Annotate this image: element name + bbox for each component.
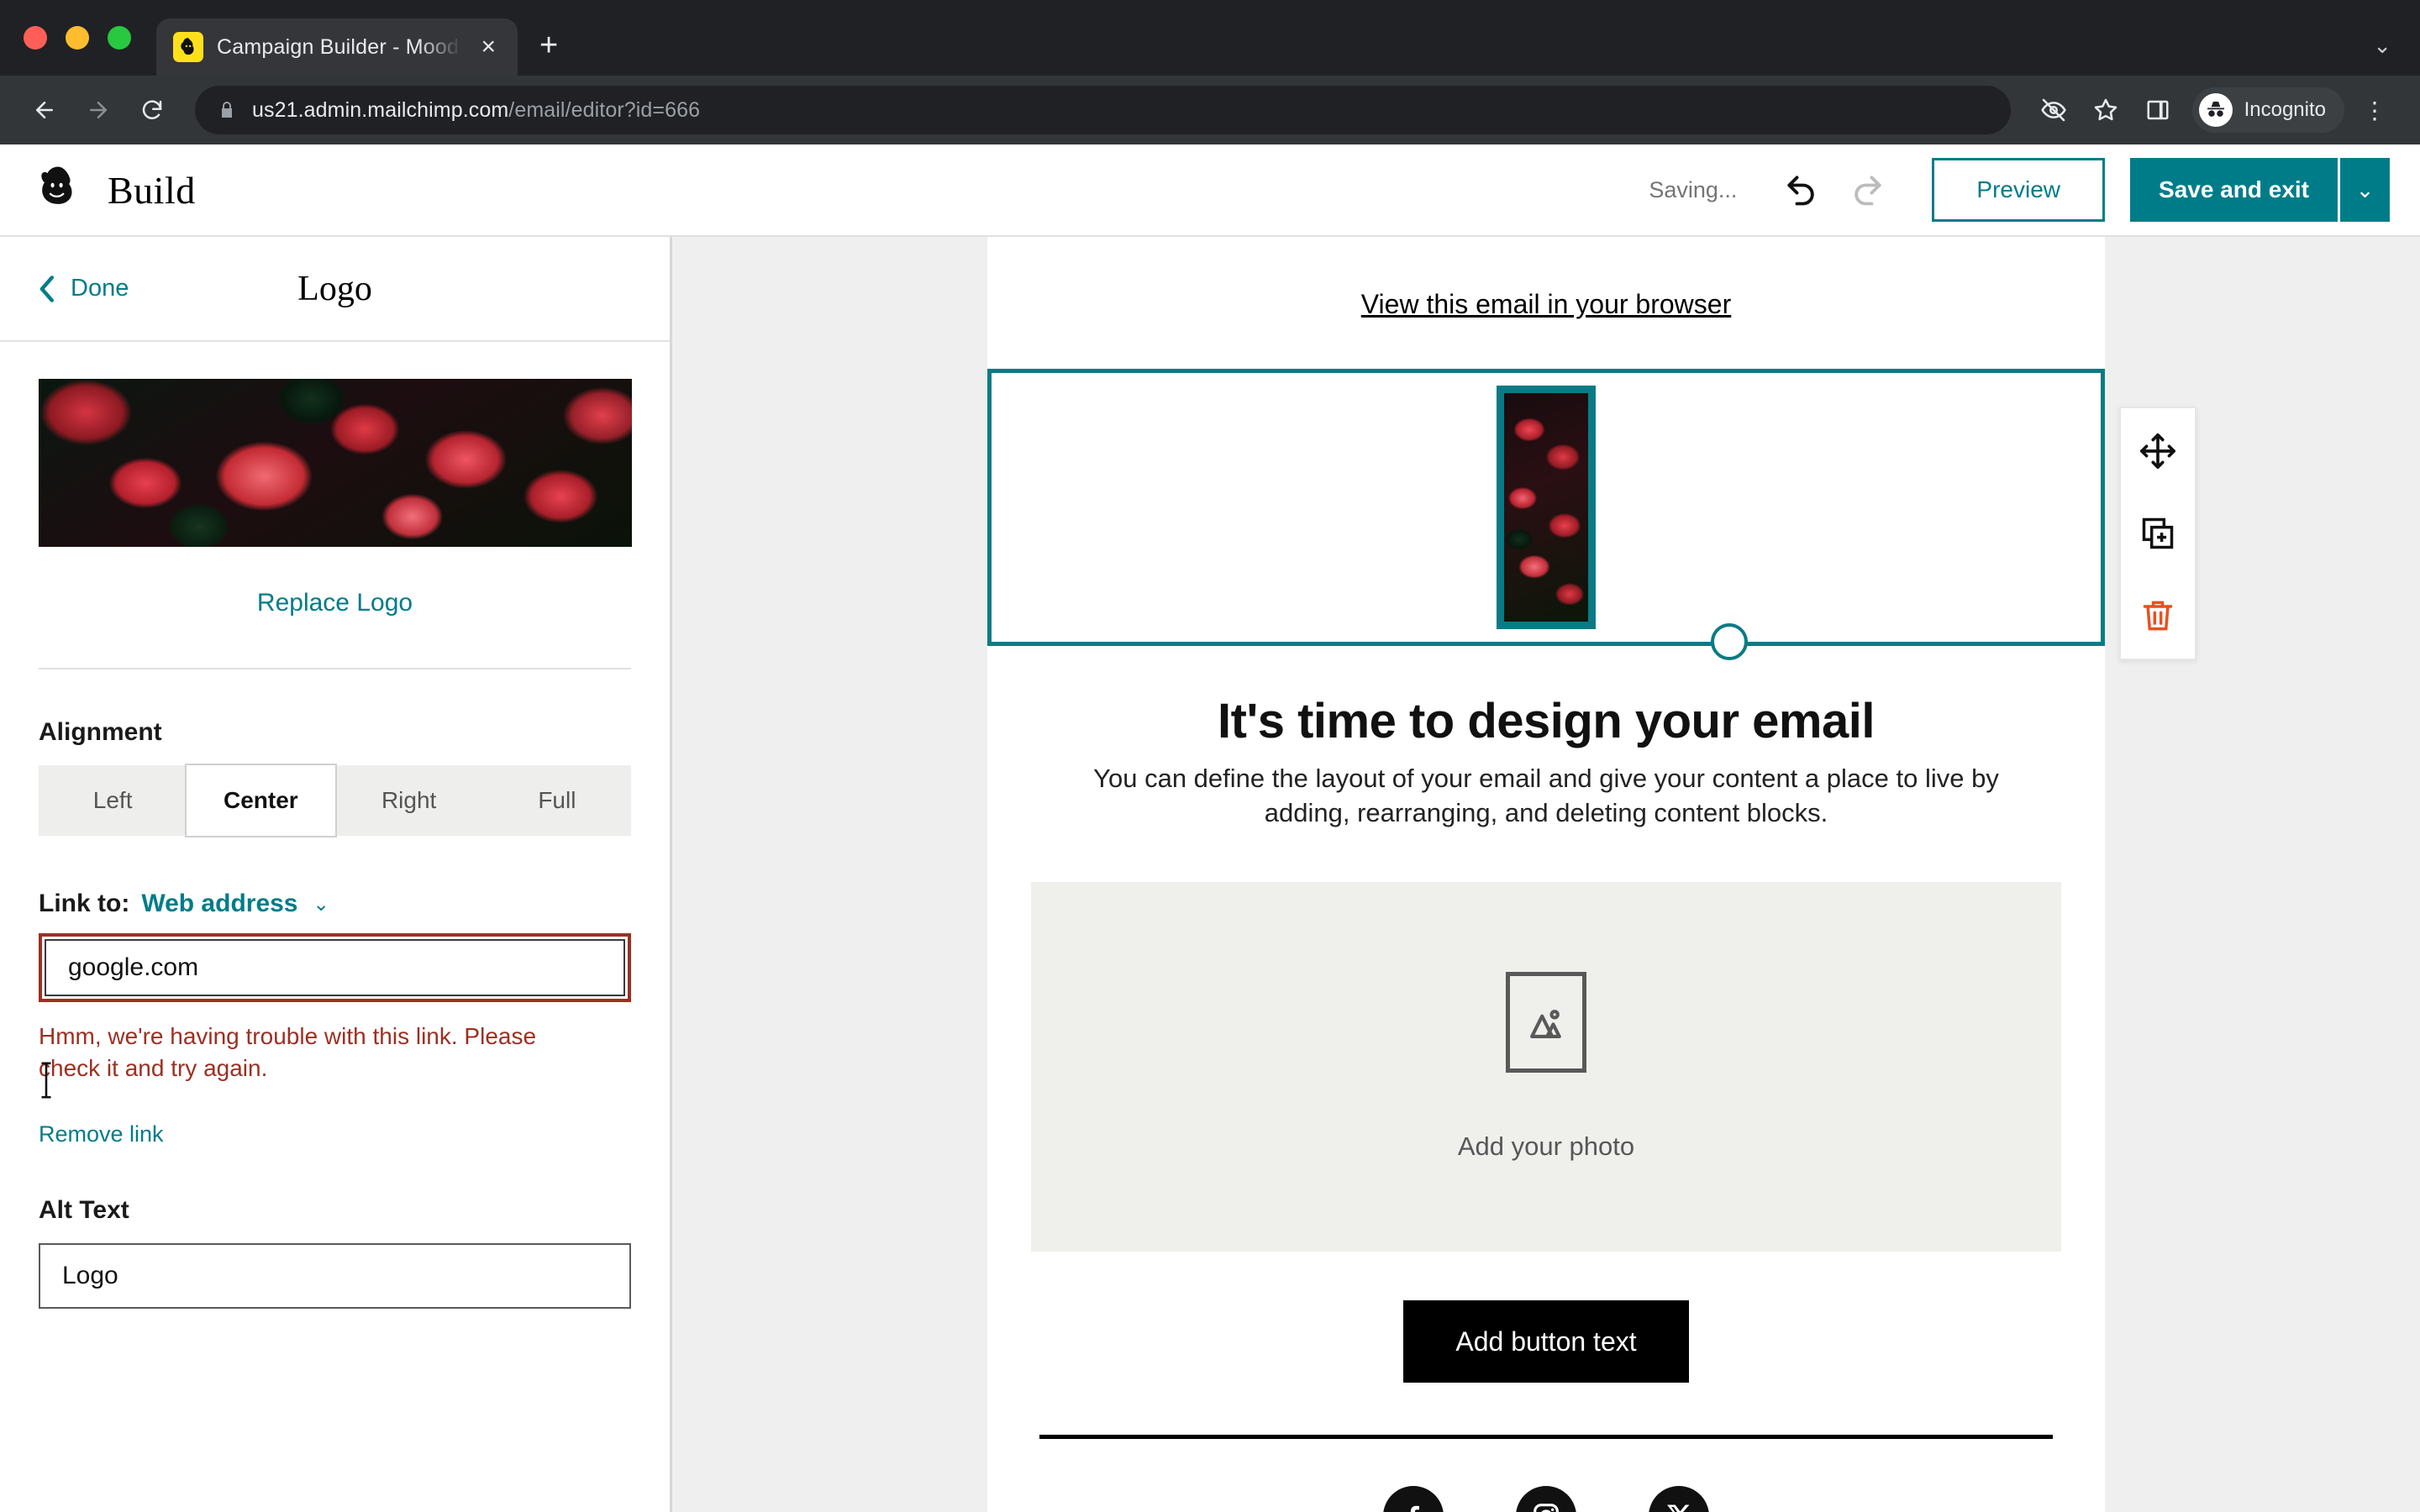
app-body: Done Logo Replace Logo Alignment Left Ce… <box>0 237 2420 1512</box>
add-button-text-button[interactable]: Add button text <box>1403 1300 1689 1383</box>
done-button[interactable]: Done <box>37 275 129 303</box>
browser-window: Campaign Builder - Mood Joy | × + ⌄ us21… <box>0 0 2420 1512</box>
image-placeholder-icon <box>1506 972 1586 1074</box>
browser-tab[interactable]: Campaign Builder - Mood Joy | × <box>156 18 518 76</box>
tab-close-icon[interactable]: × <box>476 31 501 63</box>
email-canvas: View this email in your browser It's tim… <box>672 237 2420 1512</box>
browser-tabstrip: Campaign Builder - Mood Joy | × + ⌄ <box>0 0 2420 76</box>
link-error-message: Hmm, we're having trouble with this link… <box>39 1023 537 1081</box>
reload-icon[interactable] <box>129 87 175 133</box>
undo-icon[interactable] <box>1776 164 1828 216</box>
redo-icon[interactable] <box>1841 164 1893 216</box>
url-host: us21.admin.mailchimp.com <box>252 97 509 122</box>
star-icon[interactable] <box>2083 87 2128 133</box>
footer-divider <box>1039 1435 2053 1440</box>
browser-toolbar: us21.admin.mailchimp.com/email/editor?id… <box>0 76 2420 144</box>
incognito-icon <box>2198 93 2233 127</box>
x-twitter-icon[interactable] <box>1649 1486 1709 1512</box>
save-options-caret-icon[interactable]: ⌄ <box>2338 158 2390 222</box>
replace-logo-button[interactable]: Replace Logo <box>39 589 631 617</box>
window-controls <box>24 0 156 76</box>
sidebar-divider <box>39 668 631 669</box>
trash-icon[interactable] <box>2137 595 2179 637</box>
address-bar[interactable]: us21.admin.mailchimp.com/email/editor?id… <box>195 86 2011 134</box>
move-arrows-icon[interactable] <box>2137 430 2179 472</box>
side-panel-icon[interactable] <box>2135 87 2181 133</box>
preheader-block: View this email in your browser <box>987 237 2105 369</box>
email-subtext[interactable]: You can define the layout of your email … <box>1067 761 2025 830</box>
social-links-block <box>987 1486 2105 1512</box>
logo-settings-sidebar: Done Logo Replace Logo Alignment Left Ce… <box>0 237 672 1512</box>
link-url-input[interactable]: google.com <box>45 939 625 996</box>
cta-block: Add button text <box>987 1300 2105 1383</box>
back-icon[interactable] <box>22 87 67 133</box>
logo-image-in-email[interactable] <box>1497 386 1596 629</box>
mailchimp-freddie-logo-icon <box>41 166 72 204</box>
alt-text-label: Alt Text <box>39 1195 129 1224</box>
app-header-actions: Saving... Preview Save and exit ⌄ <box>1649 158 2390 222</box>
tabstrip-expand-icon[interactable]: ⌄ <box>2373 33 2420 76</box>
photo-placeholder-block[interactable]: Add your photo <box>1031 882 2061 1252</box>
photo-placeholder-label: Add your photo <box>1457 1131 1635 1162</box>
facebook-icon[interactable] <box>1383 1486 1444 1512</box>
alignment-option-left[interactable]: Left <box>39 765 187 836</box>
forward-icon[interactable] <box>76 87 121 133</box>
profile-incognito-button[interactable]: Incognito <box>2191 87 2344 133</box>
eye-slash-icon[interactable] <box>2031 87 2076 133</box>
alt-text-input[interactable]: Logo <box>39 1242 631 1309</box>
alignment-option-center[interactable]: Center <box>187 765 335 836</box>
link-to-label: Link to: <box>39 890 130 917</box>
done-label: Done <box>71 275 129 302</box>
alignment-segmented-control: Left Center Right Full <box>39 765 631 836</box>
browser-menu-icon[interactable]: ⋮ <box>2351 97 2398 124</box>
block-action-toolbar <box>2119 407 2196 660</box>
mailchimp-favicon-icon <box>173 32 203 62</box>
duplicate-icon[interactable] <box>2137 512 2179 554</box>
save-and-exit-button[interactable]: Save and exit <box>2130 158 2338 222</box>
alignment-option-full[interactable]: Full <box>483 765 631 836</box>
chevron-down-icon[interactable]: ⌄ <box>313 893 329 916</box>
maximize-window-button[interactable] <box>108 26 131 50</box>
link-input-error-wrapper: google.com <box>39 933 631 1002</box>
sidebar-content: Replace Logo Alignment Left Center Right… <box>0 342 670 1309</box>
instagram-icon[interactable] <box>1516 1486 1576 1512</box>
alignment-option-right[interactable]: Right <box>335 765 483 836</box>
image-resize-handle[interactable] <box>1711 623 1748 660</box>
sidebar-header: Done Logo <box>0 237 670 342</box>
preview-button[interactable]: Preview <box>1932 158 2106 222</box>
url-text: us21.admin.mailchimp.com/email/editor?id… <box>252 98 700 123</box>
close-window-button[interactable] <box>24 26 47 50</box>
save-status-text: Saving... <box>1649 176 1738 202</box>
logo-block-selected[interactable] <box>987 369 2105 660</box>
minimize-window-button[interactable] <box>66 26 89 50</box>
tab-title: Campaign Builder - Mood Joy | <box>217 34 462 59</box>
logo-preview-image[interactable] <box>39 379 632 547</box>
link-type-select[interactable]: Web address <box>141 890 297 918</box>
remove-link-button[interactable]: Remove link <box>39 1121 631 1147</box>
url-path: /email/editor?id=666 <box>508 97 701 122</box>
alignment-label: Alignment <box>39 718 162 746</box>
chevron-left-icon <box>39 275 55 302</box>
profile-label: Incognito <box>2244 98 2326 121</box>
toolbar-icons: Incognito ⋮ <box>2031 87 2398 133</box>
app-brand: Build <box>30 162 196 218</box>
lock-icon <box>222 102 232 118</box>
view-in-browser-link[interactable]: View this email in your browser <box>1361 289 1731 319</box>
mailchimp-app: Build Saving... Preview Save and exit ⌄ <box>0 144 2420 1512</box>
email-document: View this email in your browser It's tim… <box>987 237 2105 1512</box>
app-header: Build Saving... Preview Save and exit ⌄ <box>0 144 2420 237</box>
page-title: Build <box>108 168 196 212</box>
link-to-row: Link to: Web address ⌄ <box>39 890 631 918</box>
new-tab-button[interactable]: + <box>539 28 558 64</box>
email-heading[interactable]: It's time to design your email <box>987 693 2105 749</box>
